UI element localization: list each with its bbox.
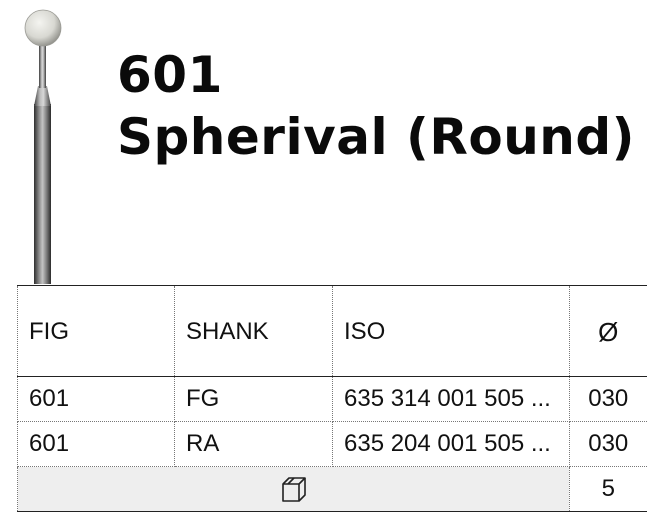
spec-table: FIG SHANK ISO Ø 601 FG 635 314 001 505 .… (17, 285, 647, 512)
pack-icon-cell (17, 466, 570, 512)
header-shank: SHANK (174, 285, 333, 377)
cell-shank: FG (174, 376, 333, 422)
cell-shank: RA (174, 421, 333, 467)
pack-quantity: 5 (569, 466, 647, 512)
table-row: 601 RA 635 204 001 505 ... 030 (17, 421, 647, 467)
header-iso: ISO (332, 285, 570, 377)
cell-diameter: 030 (569, 376, 647, 422)
pack-row: 5 (17, 466, 647, 512)
cell-iso: 635 314 001 505 ... (332, 376, 570, 422)
cell-fig: 601 (17, 376, 175, 422)
cell-fig: 601 (17, 421, 175, 467)
product-title: 601 Spherival (Round) (117, 44, 635, 168)
round-bur-illustration (24, 9, 62, 284)
header-diameter: Ø (569, 285, 647, 377)
cell-diameter: 030 (569, 421, 647, 467)
table-header-row: FIG SHANK ISO Ø (17, 285, 647, 377)
box-icon (281, 477, 306, 502)
table-row: 601 FG 635 314 001 505 ... 030 (17, 376, 647, 422)
cell-iso: 635 204 001 505 ... (332, 421, 570, 467)
product-number: 601 (117, 46, 223, 104)
product-name: Spherival (Round) (117, 108, 636, 166)
header-fig: FIG (17, 285, 175, 377)
